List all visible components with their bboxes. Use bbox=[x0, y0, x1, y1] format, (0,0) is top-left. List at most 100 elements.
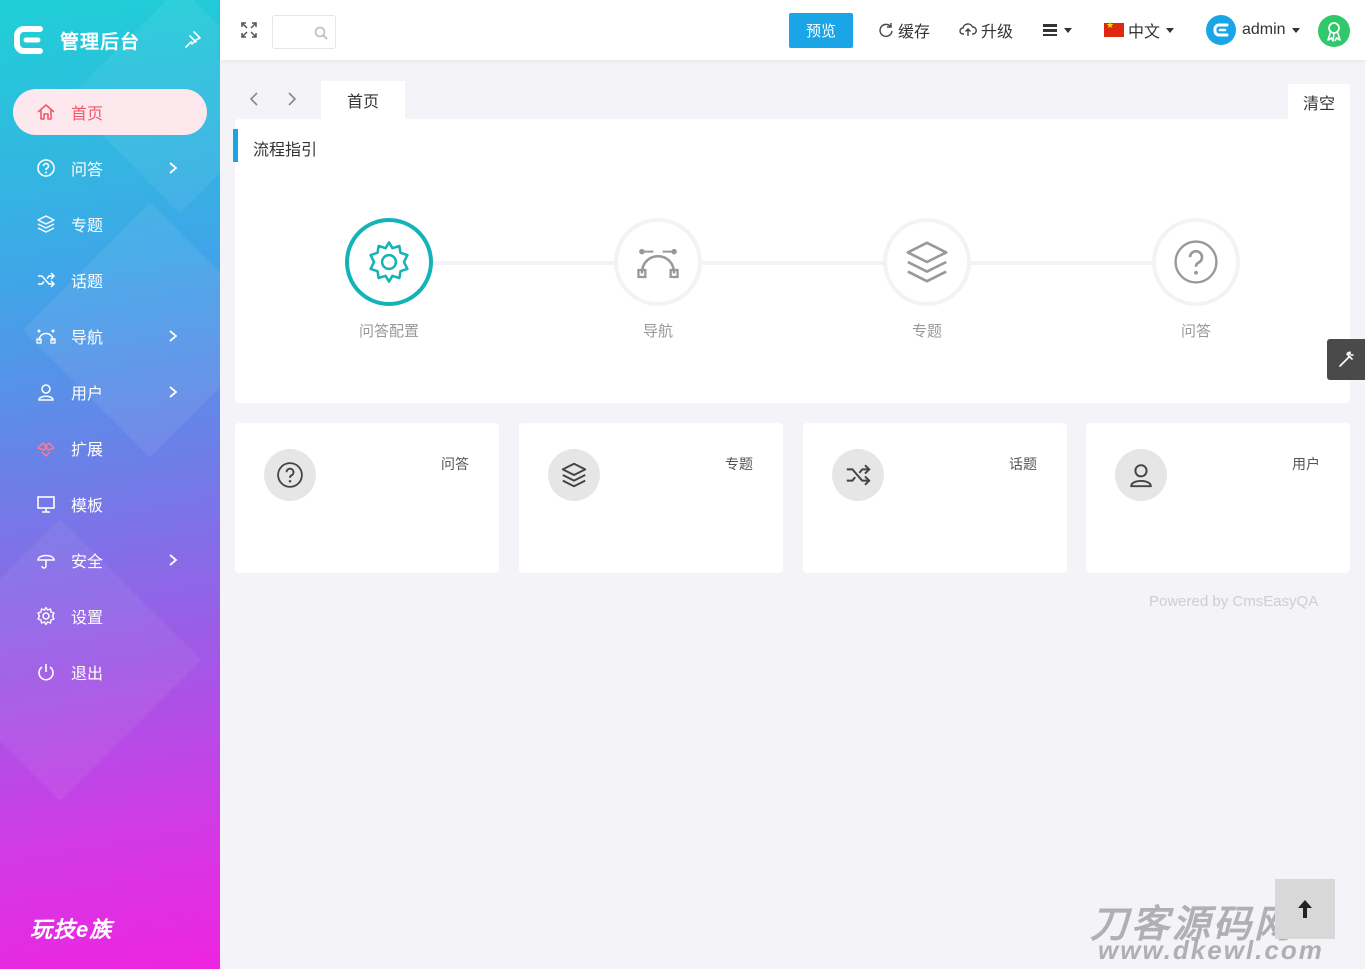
tab-prev-icon[interactable] bbox=[246, 90, 262, 108]
question-circle-icon bbox=[36, 158, 56, 178]
search-icon[interactable] bbox=[314, 26, 328, 40]
home-icon bbox=[36, 102, 56, 122]
chevron-right-icon bbox=[166, 552, 180, 568]
chevron-right-icon bbox=[166, 384, 180, 400]
stat-card-topic[interactable]: 专题 bbox=[519, 423, 783, 573]
powered-by: Powered by CmsEasyQA bbox=[1149, 593, 1319, 610]
chevron-right-icon bbox=[166, 328, 180, 344]
cache-label: 缓存 bbox=[898, 24, 931, 41]
layers-icon bbox=[548, 449, 600, 501]
sidebar-item-settings[interactable]: 设置 bbox=[0, 588, 220, 644]
watermark-url: www.dkewl.com bbox=[1098, 935, 1324, 965]
brand-logo-icon bbox=[14, 23, 44, 57]
step-nav[interactable]: 导航 bbox=[613, 218, 703, 341]
server-icon bbox=[1042, 22, 1058, 38]
hands-icon bbox=[36, 438, 56, 458]
user-icon bbox=[1115, 449, 1167, 501]
process-guide-card: 流程指引 问答配置 导航 专题 问答 bbox=[233, 119, 1350, 403]
sidebar-item-topic[interactable]: 专题 bbox=[0, 196, 220, 252]
upgrade-label: 升级 bbox=[981, 24, 1014, 41]
sidebar-item-label: 专题 bbox=[71, 218, 104, 235]
shuffle-icon bbox=[832, 449, 884, 501]
stat-card-qa[interactable]: 问答 bbox=[235, 423, 499, 573]
sidebar-footer-logo: 玩技e族 bbox=[30, 917, 113, 942]
sidebar-item-template[interactable]: 模板 bbox=[0, 476, 220, 532]
sidebar-item-label: 退出 bbox=[71, 666, 104, 683]
stat-card-subject[interactable]: 话题 bbox=[803, 423, 1067, 573]
arrow-up-icon bbox=[1295, 897, 1315, 921]
stat-card-users[interactable]: 用户 bbox=[1086, 423, 1350, 573]
gear-icon bbox=[36, 606, 56, 626]
step-topic[interactable]: 专题 bbox=[882, 218, 972, 341]
tab-next-icon[interactable] bbox=[284, 90, 300, 108]
sidebar-item-label: 问答 bbox=[71, 162, 104, 179]
brand[interactable]: 管理后台 bbox=[14, 22, 140, 58]
sidebar-item-nav[interactable]: 导航 bbox=[0, 308, 220, 364]
step-circle bbox=[345, 218, 433, 306]
caret-down-icon bbox=[1166, 27, 1175, 33]
sidebar: 管理后台 首页 问答 专题 话题 导航 用户 扩展 模板 安全 设置 退出 玩技… bbox=[0, 0, 220, 969]
sidebar-item-home[interactable]: 首页 bbox=[0, 84, 220, 140]
sidebar-item-qa[interactable]: 问答 bbox=[0, 140, 220, 196]
stat-label: 专题 bbox=[725, 456, 753, 472]
back-to-top-button[interactable] bbox=[1275, 879, 1335, 939]
upgrade-button[interactable]: 升级 bbox=[959, 18, 1013, 42]
sidebar-menu: 首页 问答 专题 话题 导航 用户 扩展 模板 安全 设置 退出 bbox=[0, 84, 220, 700]
bezier-icon bbox=[36, 326, 56, 346]
layers-icon bbox=[903, 238, 951, 286]
step-label: 问答 bbox=[1180, 323, 1211, 340]
china-flag-icon bbox=[1104, 20, 1124, 37]
sidebar-item-label: 话题 bbox=[71, 274, 104, 291]
sidebar-item-subject[interactable]: 话题 bbox=[0, 252, 220, 308]
fullscreen-icon[interactable] bbox=[240, 21, 258, 39]
clear-tabs-button[interactable]: 清空 bbox=[1288, 84, 1350, 120]
layers-icon bbox=[36, 214, 56, 234]
step-qa[interactable]: 问答 bbox=[1151, 218, 1241, 341]
step-circle bbox=[614, 218, 702, 306]
sidebar-item-label: 用户 bbox=[71, 386, 104, 403]
step-label: 导航 bbox=[642, 323, 673, 340]
pin-icon[interactable] bbox=[182, 30, 202, 50]
power-icon bbox=[36, 662, 56, 682]
language-dropdown[interactable]: 中文 bbox=[1104, 18, 1175, 42]
award-icon[interactable] bbox=[1318, 15, 1350, 47]
user-name: admin bbox=[1242, 21, 1286, 38]
caret-down-icon bbox=[1291, 27, 1300, 33]
shuffle-icon bbox=[36, 270, 56, 290]
step-label: 问答配置 bbox=[358, 323, 419, 340]
sidebar-item-label: 设置 bbox=[71, 610, 104, 627]
user-avatar-icon bbox=[1206, 15, 1236, 45]
chevron-right-icon bbox=[166, 160, 180, 176]
step-circle bbox=[1152, 218, 1240, 306]
tab-home[interactable]: 首页 bbox=[321, 81, 405, 119]
stat-label: 用户 bbox=[1292, 456, 1320, 472]
stat-label: 话题 bbox=[1009, 456, 1037, 472]
step-qa-config[interactable]: 问答配置 bbox=[344, 218, 434, 341]
umbrella-icon bbox=[36, 550, 56, 570]
search-input[interactable] bbox=[279, 16, 317, 48]
step-connector bbox=[388, 261, 1193, 265]
sidebar-item-extend[interactable]: 扩展 bbox=[0, 420, 220, 476]
search-box[interactable] bbox=[272, 15, 336, 49]
user-dropdown[interactable]: admin bbox=[1206, 15, 1300, 45]
sidebar-item-users[interactable]: 用户 bbox=[0, 364, 220, 420]
preview-button[interactable]: 预览 bbox=[789, 13, 853, 48]
sidebar-item-security[interactable]: 安全 bbox=[0, 532, 220, 588]
sidebar-item-label: 导航 bbox=[71, 330, 104, 347]
stat-label: 问答 bbox=[441, 456, 469, 472]
theme-dropdown[interactable] bbox=[1042, 18, 1072, 42]
magic-wand-icon[interactable] bbox=[1327, 339, 1365, 380]
gear-icon bbox=[366, 239, 412, 285]
language-label: 中文 bbox=[1128, 24, 1161, 41]
question-circle-icon bbox=[1172, 238, 1220, 286]
sidebar-item-logout[interactable]: 退出 bbox=[0, 644, 220, 700]
sidebar-item-label: 首页 bbox=[71, 106, 104, 123]
top-bar: 预览 缓存 升级 中文 admin bbox=[220, 0, 1365, 60]
sidebar-item-label: 扩展 bbox=[71, 442, 104, 459]
question-circle-icon bbox=[264, 449, 316, 501]
sidebar-item-label: 模板 bbox=[71, 498, 104, 515]
step-label: 专题 bbox=[911, 323, 942, 340]
brand-title: 管理后台 bbox=[60, 31, 141, 53]
monitor-icon bbox=[36, 494, 56, 514]
cache-button[interactable]: 缓存 bbox=[878, 18, 930, 42]
